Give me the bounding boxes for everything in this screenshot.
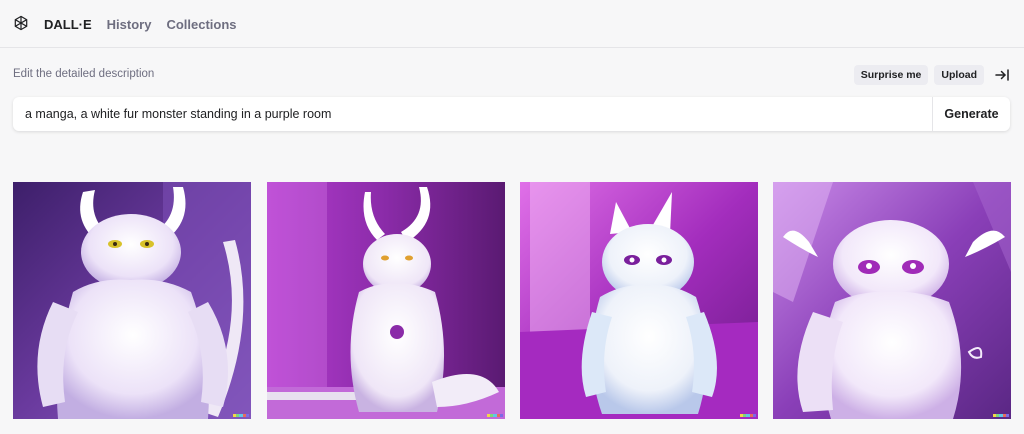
openai-logo-icon[interactable] [12, 14, 30, 32]
description-label: Edit the detailed description [13, 68, 155, 80]
prompt-box: Generate [13, 97, 1010, 131]
monster-image-icon [267, 182, 505, 419]
main-nav: DALL·E History Collections [44, 0, 252, 48]
nav-history[interactable]: History [107, 17, 152, 32]
generated-image-1[interactable] [13, 182, 251, 419]
top-header: DALL·E History Collections [0, 0, 1024, 48]
nav-brand[interactable]: DALL·E [44, 17, 92, 32]
generated-image-2[interactable] [267, 182, 505, 419]
monster-image-icon [13, 182, 251, 419]
image-signature [487, 414, 504, 417]
upload-button[interactable]: Upload [934, 65, 984, 85]
nav-collections[interactable]: Collections [166, 17, 236, 32]
image-signature [740, 414, 757, 417]
image-signature [233, 414, 250, 417]
generated-image-3[interactable] [520, 182, 758, 419]
editor-actions: Surprise me Upload [853, 65, 1010, 85]
monster-image-icon [773, 182, 1011, 419]
results-grid [13, 182, 1011, 419]
image-signature [993, 414, 1010, 417]
monster-image-icon [520, 182, 758, 419]
collapse-panel-icon[interactable] [994, 67, 1010, 83]
surprise-me-button[interactable]: Surprise me [853, 65, 929, 85]
prompt-input[interactable] [13, 97, 932, 131]
generated-image-4[interactable] [773, 182, 1011, 419]
generate-button[interactable]: Generate [932, 97, 1010, 131]
